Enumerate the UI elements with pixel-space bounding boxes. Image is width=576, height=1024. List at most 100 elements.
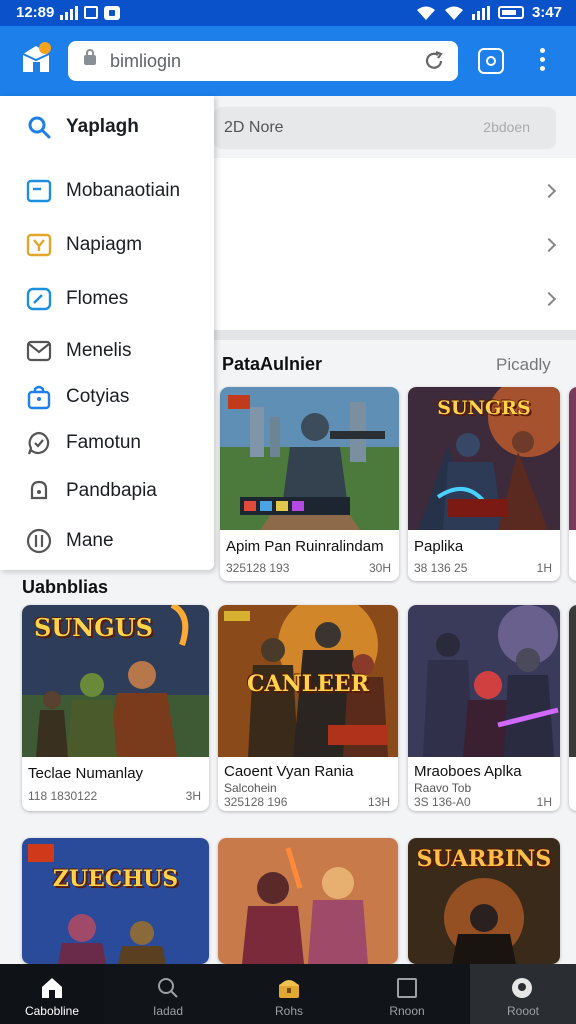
more-menu-icon[interactable] bbox=[536, 48, 548, 76]
search-icon bbox=[28, 116, 51, 139]
chevron-right-icon[interactable] bbox=[541, 291, 557, 307]
drawer-item-label: Napiagm bbox=[66, 234, 143, 255]
game-title: Teclae Numanlay bbox=[28, 765, 144, 782]
drawer-item-search[interactable]: Yaplagh bbox=[0, 104, 214, 150]
home-icon bbox=[42, 978, 62, 998]
address-bar[interactable]: bimliogin bbox=[68, 41, 458, 81]
game-artwork: SUNGRS bbox=[408, 387, 560, 530]
game-card[interactable]: SUNGUS Teclae Numanlay 118 1830122 3H bbox=[22, 605, 209, 811]
page-search-text: 2D Nore bbox=[224, 119, 284, 136]
game-artwork bbox=[218, 838, 398, 964]
game-logo-text: CANLEER bbox=[247, 671, 369, 697]
game-title: Mraoboes Aplka bbox=[414, 763, 522, 780]
drawer-item[interactable]: Mane bbox=[0, 518, 214, 564]
game-meta: 3S 136-A0 bbox=[414, 795, 471, 809]
drawer-item-label: Pandbapia bbox=[66, 480, 157, 501]
section-see-all-link[interactable]: Picadly bbox=[496, 355, 551, 375]
minus-box-icon bbox=[26, 179, 52, 203]
game-card[interactable]: Apim Pan Ruinralindam 325128 193 30H bbox=[220, 387, 399, 581]
search-icon bbox=[158, 978, 178, 998]
profile-icon bbox=[512, 978, 532, 998]
bell-icon bbox=[30, 480, 48, 500]
nav-label: Iadad bbox=[152, 1004, 184, 1018]
game-meta-right: 3H bbox=[185, 789, 201, 803]
game-logo-text: SUARBINS bbox=[416, 846, 552, 872]
drawer-item[interactable]: Napiagm bbox=[0, 222, 214, 268]
clock: 12:89 bbox=[16, 4, 55, 21]
chevron-right-icon[interactable] bbox=[541, 183, 557, 199]
game-meta-right: 1H bbox=[536, 795, 552, 809]
game-card[interactable]: CANLEER Caoent Vyan Rania Salcohein 3251… bbox=[218, 605, 398, 811]
nav-label: Rooot bbox=[506, 1004, 540, 1018]
gauge-icon bbox=[26, 287, 52, 311]
image-notification-icon bbox=[84, 6, 99, 19]
drawer-item-label: Mane bbox=[66, 530, 114, 551]
battery-icon bbox=[497, 6, 524, 19]
section-title-2: Uabnblias bbox=[22, 577, 109, 597]
drawer-item[interactable]: Flomes bbox=[0, 276, 214, 322]
game-artwork bbox=[408, 605, 560, 757]
cell-signal-icon bbox=[471, 5, 490, 20]
nav-tab-rewards[interactable]: Rohs bbox=[237, 964, 341, 1024]
nav-tab-profile[interactable]: Rooot bbox=[470, 964, 576, 1024]
game-artwork bbox=[569, 605, 576, 757]
navigation-drawer: Yaplagh Mobanaotiain Napiagm Flomes Mene… bbox=[0, 96, 214, 570]
wifi-icon bbox=[416, 6, 435, 20]
game-card[interactable] bbox=[218, 838, 398, 964]
drawer-item-label: Yaplagh bbox=[66, 116, 139, 137]
drawer-item-label: Mobanaotiain bbox=[66, 180, 181, 201]
drawer-item[interactable]: Menelis bbox=[0, 328, 214, 374]
app-notification-icon bbox=[104, 5, 121, 20]
game-meta: 118 1830122 bbox=[28, 789, 98, 803]
game-meta-right: 1H bbox=[536, 561, 552, 575]
drawer-item-label: Flomes bbox=[66, 288, 129, 309]
drawer-item[interactable]: Famotun bbox=[0, 420, 214, 466]
game-artwork: SUNGUS bbox=[22, 605, 209, 757]
mail-icon bbox=[26, 340, 52, 362]
bottom-navigation: Cabobline Iadad Rohs Rnoon Rooot bbox=[0, 964, 576, 1024]
home-app-icon[interactable] bbox=[20, 42, 52, 76]
page-list-card bbox=[214, 158, 576, 330]
chevron-right-icon[interactable] bbox=[541, 237, 557, 253]
nav-tab-home[interactable]: Cabobline bbox=[0, 964, 104, 1024]
page-search-box[interactable]: 2D Nore 2bdoen bbox=[214, 107, 556, 149]
game-meta: 38 136 25 bbox=[414, 561, 468, 575]
tabs-button[interactable] bbox=[478, 48, 504, 74]
game-artwork: SUARBINS bbox=[408, 838, 560, 964]
game-artwork: CANLEER bbox=[218, 605, 398, 757]
signal-icon bbox=[60, 5, 79, 20]
wifi-icon-2 bbox=[444, 6, 463, 20]
nav-tab-library[interactable]: Rnoon bbox=[355, 964, 459, 1024]
page-search-hint: 2bdoen bbox=[483, 119, 530, 135]
drawer-item[interactable]: Cotyias bbox=[0, 374, 214, 420]
game-card[interactable]: Mraoboes Aplka Raavo Tob 3S 136-A0 1H bbox=[408, 605, 560, 811]
drawer-item-label: Cotyias bbox=[66, 386, 130, 407]
treasure-chest-icon bbox=[279, 980, 299, 998]
nav-label: Rnoon bbox=[389, 1004, 425, 1018]
game-card[interactable]: SUNGRS Paplika 38 136 25 1H bbox=[408, 387, 560, 581]
game-card-partial[interactable] bbox=[569, 387, 576, 581]
section-divider bbox=[214, 330, 576, 340]
game-logo-text: ZUECHUS bbox=[52, 866, 179, 892]
game-meta: 325128 196 bbox=[224, 795, 288, 809]
nav-tab-search[interactable]: Iadad bbox=[116, 964, 220, 1024]
browser-toolbar: bimliogin bbox=[0, 26, 576, 96]
reload-icon[interactable] bbox=[422, 49, 446, 73]
game-subtitle: Salcohein bbox=[224, 781, 277, 795]
game-title: Paplika bbox=[414, 538, 464, 555]
game-meta: 325128 193 bbox=[226, 561, 290, 575]
drawer-item-label: Famotun bbox=[66, 432, 141, 453]
url-text: bimliogin bbox=[110, 51, 182, 71]
drawer-item[interactable]: Mobanaotiain bbox=[0, 168, 214, 214]
game-artwork bbox=[220, 387, 399, 530]
game-card[interactable]: ZUECHUS bbox=[22, 838, 209, 964]
game-artwork: ZUECHUS bbox=[22, 838, 209, 964]
drawer-item[interactable]: Pandbapia bbox=[0, 468, 214, 514]
status-bar: 12:89 3:47 bbox=[0, 0, 576, 26]
game-logo-text: SUNGUS bbox=[34, 613, 153, 642]
y-box-icon bbox=[26, 233, 52, 257]
game-card[interactable]: SUARBINS bbox=[408, 838, 560, 964]
game-card-partial[interactable] bbox=[569, 605, 576, 811]
status-time-right: 3:47 bbox=[531, 4, 562, 21]
section-title: PataAulnier bbox=[222, 354, 323, 374]
